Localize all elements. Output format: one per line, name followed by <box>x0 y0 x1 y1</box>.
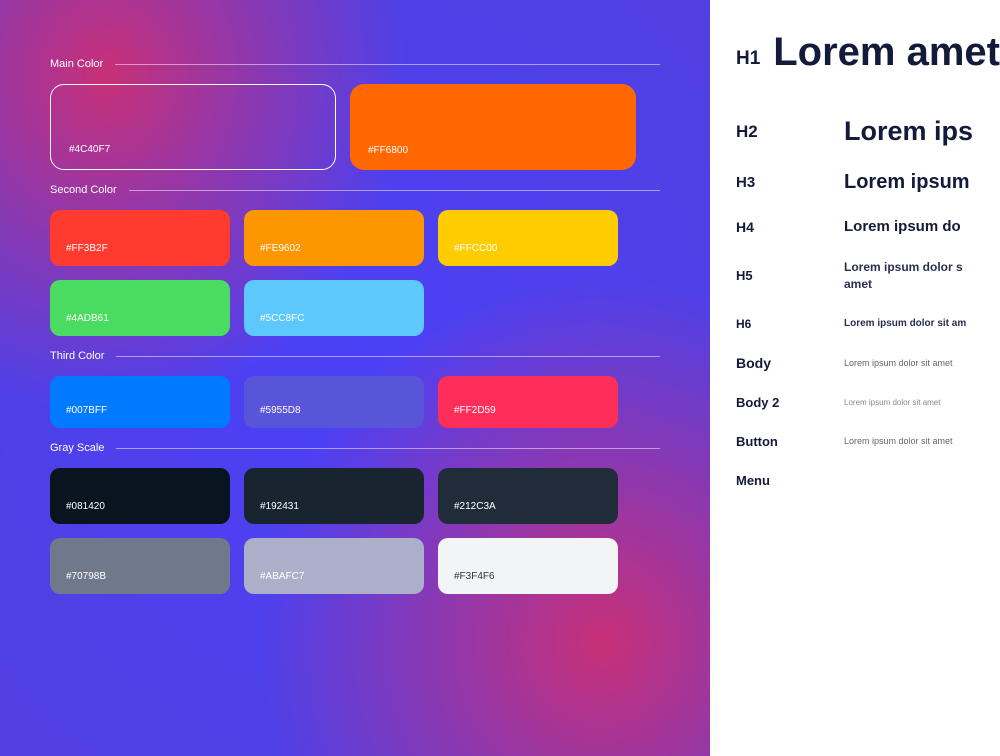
section-header: Third Color <box>50 350 660 362</box>
color-swatch: #5CC8FC <box>244 280 424 336</box>
color-swatch: #081420 <box>50 468 230 524</box>
typography-panel: H1 Lorem amet H2 Lorem ips H3 Lorem ipsu… <box>710 0 1000 756</box>
typo-sample: Lorem ips <box>844 116 973 147</box>
typo-row-h1: H1 Lorem amet <box>736 30 1000 74</box>
section-third-color: Third Color #007BFF #5955D8 #FF2D59 <box>50 350 660 428</box>
color-swatch: #ABAFC7 <box>244 538 424 594</box>
typo-sample: Lorem ipsum <box>844 171 970 194</box>
typo-row-body: Body Lorem ipsum dolor sit amet <box>736 355 1000 371</box>
section-header: Main Color <box>50 58 660 70</box>
color-swatch: #4C40F7 <box>50 84 336 170</box>
section-header: Second Color <box>50 184 660 196</box>
section-title: Second Color <box>50 184 117 196</box>
divider-line <box>116 356 660 357</box>
typo-sample: Lorem ipsum do <box>844 218 961 235</box>
typo-sample: Lorem ipsum dolor sit am <box>844 318 966 329</box>
section-title: Third Color <box>50 350 104 362</box>
typo-row-menu: Menu <box>736 473 1000 488</box>
color-palette-panel: Main Color #4C40F7 #FF6800 Second Color … <box>0 0 710 756</box>
typo-label: Button <box>736 434 844 449</box>
color-swatch: #FF6800 <box>350 84 636 170</box>
typo-row-h3: H3 Lorem ipsum <box>736 171 1000 194</box>
typo-label: Body <box>736 355 844 371</box>
typo-label: H5 <box>736 268 844 283</box>
section-main-color: Main Color #4C40F7 #FF6800 <box>50 58 660 170</box>
typo-row-h4: H4 Lorem ipsum do <box>736 218 1000 235</box>
color-swatch: #70798B <box>50 538 230 594</box>
swatch-row: #081420 #192431 #212C3A <box>50 468 660 524</box>
divider-line <box>129 190 660 191</box>
typo-label: H3 <box>736 174 844 191</box>
color-swatch: #FF2D59 <box>438 376 618 428</box>
section-title: Main Color <box>50 58 103 70</box>
color-swatch: #FE9602 <box>244 210 424 266</box>
typo-row-h2: H2 Lorem ips <box>736 116 1000 147</box>
typo-sample: Lorem ipsum dolor sit amet <box>844 398 940 407</box>
section-second-color: Second Color #FF3B2F #FE9602 #FFCC00 #4A… <box>50 184 660 336</box>
section-header: Gray Scale <box>50 442 660 454</box>
divider-line <box>115 64 660 65</box>
typo-label: H2 <box>736 122 844 142</box>
color-swatch: #F3F4F6 <box>438 538 618 594</box>
typo-sample: Lorem amet <box>773 30 1000 74</box>
typo-label: H4 <box>736 219 844 235</box>
typo-label: H1 <box>736 30 773 70</box>
color-swatch: #FF3B2F <box>50 210 230 266</box>
swatch-row: #FF3B2F #FE9602 #FFCC00 <box>50 210 660 266</box>
section-title: Gray Scale <box>50 442 104 454</box>
typo-row-body2: Body 2 Lorem ipsum dolor sit amet <box>736 395 1000 410</box>
typo-row-h6: H6 Lorem ipsum dolor sit am <box>736 317 1000 331</box>
color-swatch: #FFCC00 <box>438 210 618 266</box>
color-swatch: #192431 <box>244 468 424 524</box>
divider-line <box>116 448 660 449</box>
swatch-row: #4C40F7 #FF6800 <box>50 84 660 170</box>
color-swatch: #4ADB61 <box>50 280 230 336</box>
typo-sample: Lorem ipsum dolor samet <box>844 259 963 293</box>
swatch-row: #007BFF #5955D8 #FF2D59 <box>50 376 660 428</box>
color-swatch: #007BFF <box>50 376 230 428</box>
typo-row-h5: H5 Lorem ipsum dolor samet <box>736 259 1000 293</box>
swatch-row: #70798B #ABAFC7 #F3F4F6 <box>50 538 660 594</box>
color-swatch: #5955D8 <box>244 376 424 428</box>
typo-sample: Lorem ipsum dolor sit amet <box>844 436 953 446</box>
typo-label: Body 2 <box>736 395 844 410</box>
typo-row-button: Button Lorem ipsum dolor sit amet <box>736 434 1000 449</box>
color-swatch: #212C3A <box>438 468 618 524</box>
typo-label: Menu <box>736 473 844 488</box>
section-gray-scale: Gray Scale #081420 #192431 #212C3A #7079… <box>50 442 660 594</box>
typo-sample: Lorem ipsum dolor sit amet <box>844 358 953 368</box>
swatch-row: #4ADB61 #5CC8FC <box>50 280 660 336</box>
typo-label: H6 <box>736 317 844 331</box>
